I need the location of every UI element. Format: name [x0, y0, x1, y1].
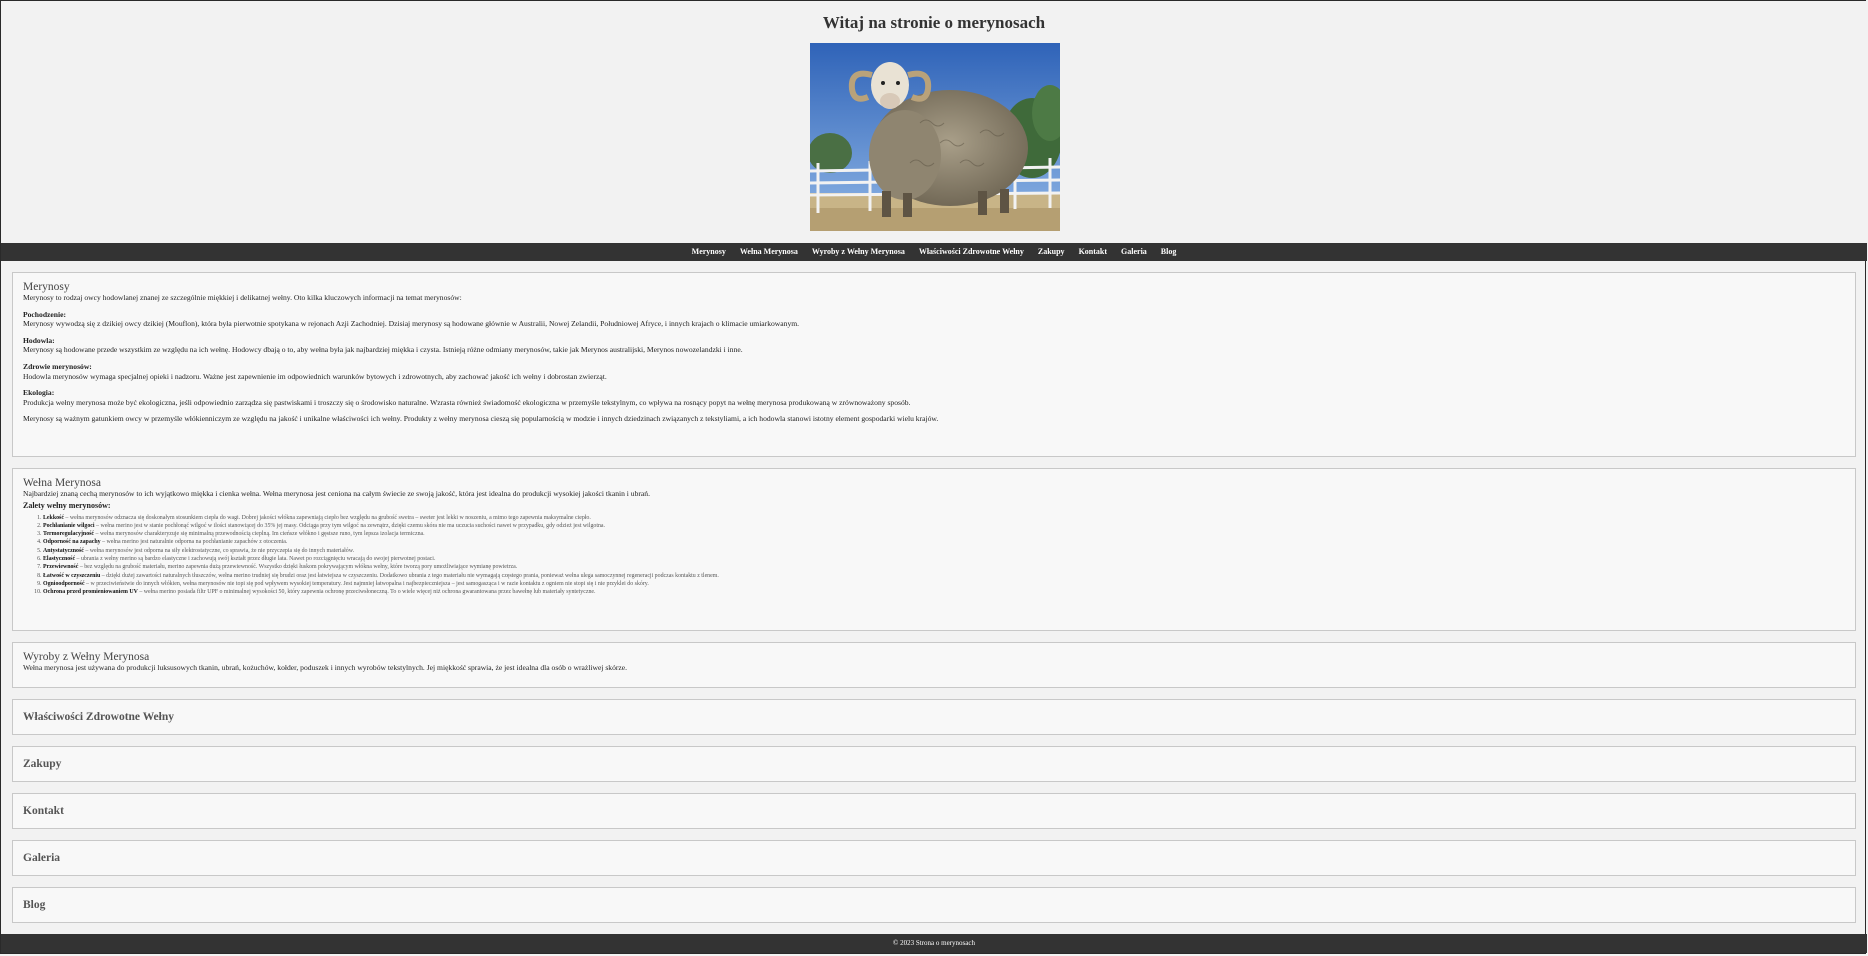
nav-link-merynosy[interactable]: Merynosy [692, 247, 726, 256]
merynosy-summary: Merynosy są ważnym gatunkiem owcy w prze… [23, 414, 939, 424]
nav-link-galeria[interactable]: Galeria [1121, 247, 1147, 256]
list-item: Odporność na zapachy – wełna merino jest… [43, 538, 1845, 546]
section-title-wlasciwosci: Właściwości Zdrowotne Wełny [23, 711, 174, 723]
list-item: Elastyczność – ubrania z wełny merino są… [43, 555, 1845, 563]
nav-link-kontakt[interactable]: Kontakt [1079, 247, 1107, 256]
list-item: Ochrona przed promieniowaniem UV – wełna… [43, 588, 1845, 596]
list-item: Lekkość – wełna merynosów odznacza się d… [43, 514, 1845, 522]
merino-sheep-image [810, 43, 1060, 231]
zdrowie-label: Zdrowie merynosów: [23, 361, 92, 371]
list-item: Ognioodporność – w przeciwieństwie do in… [43, 580, 1845, 588]
nav-link-blog[interactable]: Blog [1161, 247, 1177, 256]
section-merynosy: Merynosy Merynosy to rodzaj owcy hodowla… [12, 272, 1856, 457]
section-title-galeria: Galeria [23, 852, 61, 864]
section-galeria: Galeria [12, 840, 1856, 876]
section-title-kontakt: Kontakt [23, 805, 64, 817]
merynosy-intro: Merynosy to rodzaj owcy hodowlanej znane… [23, 293, 462, 302]
section-title-welna: Wełna Merynosa [23, 477, 101, 489]
footer-copyright: © 2023 Strona o merynosach [893, 939, 975, 947]
wyroby-text: Wełna merynosa jest używana do produkcji… [23, 663, 628, 672]
section-title-zakupy: Zakupy [23, 758, 62, 770]
zdrowie-text: Hodowla merynosów wymaga specjalnej opie… [23, 371, 607, 381]
section-title-merynosy: Merynosy [23, 281, 70, 293]
list-item: Łatwość w czyszczeniu – dzięki dużej zaw… [43, 572, 1845, 580]
page-title: Witaj na stronie o merynosach [822, 13, 1046, 32]
page-footer: © 2023 Strona o merynosach [1, 934, 1867, 953]
list-item: Antystatyczność – wełna merynosów jest o… [43, 547, 1845, 555]
pochodzenie-text: Merynosy wywodzą się z dzikiej owcy dzik… [23, 319, 800, 329]
section-title-blog: Blog [23, 899, 46, 911]
hodowla-label: Hodowla: [23, 335, 55, 345]
section-kontakt: Kontakt [12, 793, 1856, 829]
ekologia-label: Ekologia: [23, 388, 55, 398]
list-item: Termoregulacyjność – wełna merynosów cha… [43, 530, 1845, 538]
section-zakupy: Zakupy [12, 746, 1856, 782]
list-item: Przewiewność – bez względu na grubość ma… [43, 563, 1845, 571]
section-wlasciwosci: Właściwości Zdrowotne Wełny [12, 699, 1856, 735]
nav-link-zakupy[interactable]: Zakupy [1038, 247, 1065, 256]
section-wyroby: Wyroby z Wełny Merynosa Wełna merynosa j… [12, 642, 1856, 688]
nav-link-welna-merynosa[interactable]: Wełna Merynosa [740, 247, 798, 256]
hodowla-text: Merynosy są hodowane przede wszystkim ze… [23, 345, 743, 355]
nav-link-wlasciwosci[interactable]: Właściwości Zdrowotne Wełny [919, 247, 1024, 256]
section-blog: Blog [12, 887, 1856, 923]
zalety-list: Lekkość – wełna merynosów odznacza się d… [23, 514, 1845, 597]
list-item: Pochłanianie wilgoci – wełna merino jest… [43, 522, 1845, 530]
section-title-wyroby: Wyroby z Wełny Merynosa [23, 651, 150, 663]
page-header: Witaj na stronie o merynosach [1, 1, 1867, 243]
section-welna-merynosa: Wełna Merynosa Najbardziej znaną cechą m… [12, 468, 1856, 631]
zalety-label: Zalety wełny merynosów: [23, 500, 111, 510]
welna-intro: Najbardziej znaną cechą merynosów to ich… [23, 489, 650, 498]
main-nav: Merynosy Wełna Merynosa Wyroby z Wełny M… [1, 243, 1867, 261]
nav-link-wyroby[interactable]: Wyroby z Wełny Merynosa [812, 247, 905, 256]
pochodzenie-label: Pochodzenie: [23, 309, 67, 319]
ekologia-text: Produkcja wełny merynosa może być ekolog… [23, 397, 911, 407]
